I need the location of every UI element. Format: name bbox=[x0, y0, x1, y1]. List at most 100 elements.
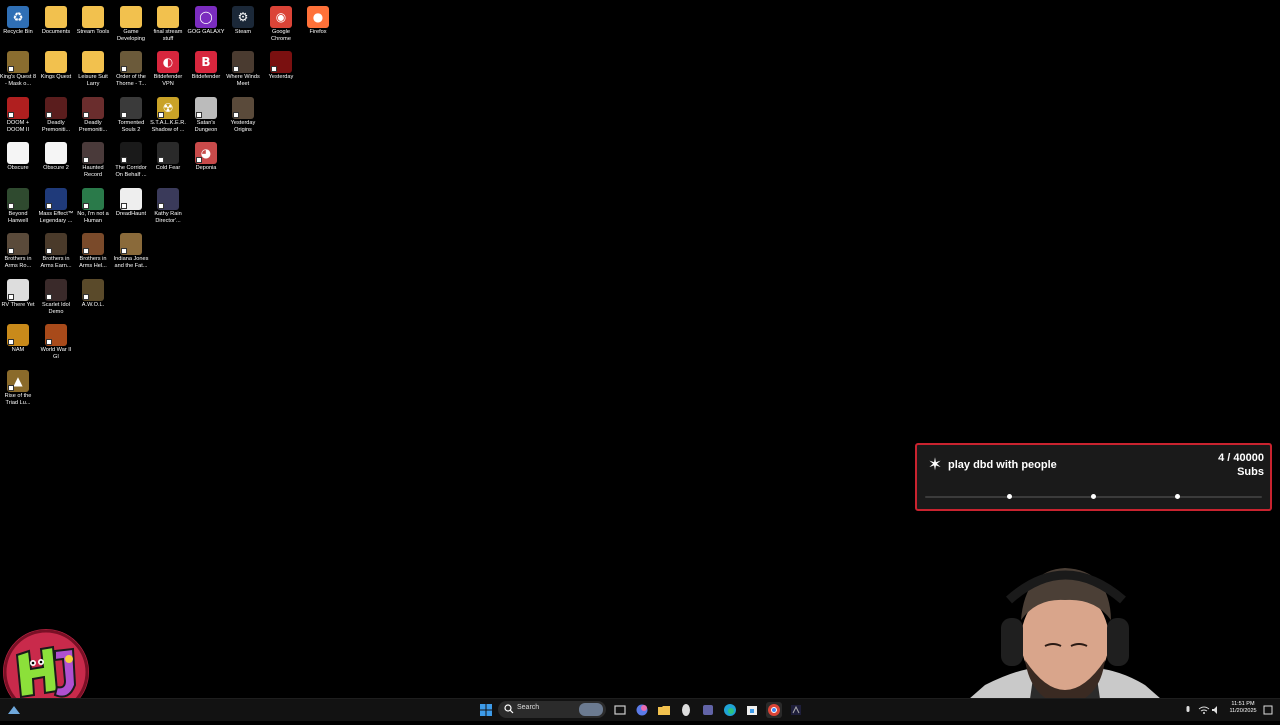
desktop-icon-label: DOOM + DOOM II bbox=[0, 120, 37, 133]
obs-icon[interactable] bbox=[788, 702, 804, 718]
desktop-icon[interactable]: ◕Deponia bbox=[187, 140, 225, 172]
copilot-icon[interactable] bbox=[634, 702, 650, 718]
desktop-icon[interactable]: Brothers in Arms Hel... bbox=[74, 231, 112, 269]
desktop-icon[interactable]: Tormented Souls 2 bbox=[112, 95, 150, 133]
desktop-icon-grid: ♻Recycle BinDocumentsStream ToolsGame De… bbox=[0, 0, 320, 420]
desktop-icon[interactable]: DOOM + DOOM II bbox=[0, 95, 37, 133]
desktop-icon[interactable]: Order of the Thorne - T... bbox=[112, 49, 150, 87]
shortcut-arrow-icon bbox=[83, 112, 89, 118]
game-shortcut-icon bbox=[232, 51, 254, 73]
desktop-icon[interactable]: Cold Fear bbox=[149, 140, 187, 172]
desktop-icon[interactable]: ♻Recycle Bin bbox=[0, 4, 37, 36]
desktop-icon-label: Kings Quest bbox=[37, 74, 75, 81]
desktop-icon[interactable]: Indiana Jones and the Fat... bbox=[112, 231, 150, 269]
desktop-icon[interactable]: Kings Quest bbox=[37, 49, 75, 81]
alienware-icon[interactable] bbox=[678, 702, 694, 718]
desktop-icon[interactable]: Beyond Hanwell bbox=[0, 186, 37, 224]
teams-icon[interactable] bbox=[700, 702, 716, 718]
shortcut-arrow-icon bbox=[83, 157, 89, 163]
desktop-icon-label: RV There Yet bbox=[0, 302, 37, 309]
desktop-icon-label: Obscure 2 bbox=[37, 165, 75, 172]
desktop-icon[interactable]: Brothers in Arms Earn... bbox=[37, 231, 75, 269]
desktop-icon[interactable]: King's Quest 8 - Mask o... bbox=[0, 49, 37, 87]
desktop-icon-label: final stream stuff bbox=[149, 29, 187, 42]
desktop-icon-label: Deponia bbox=[187, 165, 225, 172]
desktop-icon[interactable]: Documents bbox=[37, 4, 75, 36]
desktop-icon[interactable]: ◐Bitdefender VPN bbox=[149, 49, 187, 87]
desktop-icon[interactable]: Obscure bbox=[0, 140, 37, 172]
desktop-icon[interactable]: ⚙Steam bbox=[224, 4, 262, 36]
desktop-icon[interactable]: Obscure 2 bbox=[37, 140, 75, 172]
shortcut-arrow-icon bbox=[121, 112, 127, 118]
taskbar: Search 11:51 PM 11/20/2025 bbox=[0, 698, 1280, 721]
folder-icon bbox=[45, 6, 67, 28]
game-shortcut-icon bbox=[157, 142, 179, 164]
game-shortcut-icon bbox=[120, 142, 142, 164]
bitdefender-icon: B bbox=[195, 51, 217, 73]
folder-icon bbox=[82, 51, 104, 73]
desktop-icon[interactable]: The Corridor On Behalf ... bbox=[112, 140, 150, 178]
shortcut-arrow-icon bbox=[8, 339, 14, 345]
desktop-icon[interactable]: No, I'm not a Human bbox=[74, 186, 112, 224]
desktop-icon[interactable]: Scarlet Idol Demo bbox=[37, 277, 75, 315]
desktop-icon-label: Documents bbox=[37, 29, 75, 36]
desktop-icon[interactable]: Deadly Premoniti... bbox=[37, 95, 75, 133]
desktop-icon[interactable]: Game Developing bbox=[112, 4, 150, 42]
game-shortcut-icon: ▲ bbox=[7, 370, 29, 392]
notification-icon[interactable] bbox=[1260, 702, 1276, 718]
desktop-icon[interactable]: Kathy Rain Director'... bbox=[149, 186, 187, 224]
game-shortcut-icon bbox=[45, 97, 67, 119]
desktop-icon[interactable]: ●Firefox bbox=[299, 4, 337, 36]
firefox-icon: ● bbox=[307, 6, 329, 28]
taskbar-search[interactable]: Search bbox=[498, 701, 606, 718]
store-icon[interactable] bbox=[744, 702, 760, 718]
desktop-icon[interactable]: DreadHaunt bbox=[112, 186, 150, 218]
folder-icon bbox=[82, 6, 104, 28]
volume-icon[interactable] bbox=[1208, 702, 1224, 718]
desktop-icon[interactable]: final stream stuff bbox=[149, 4, 187, 42]
desktop-icon[interactable]: ▲Rise of the Triad Lu... bbox=[0, 368, 37, 406]
desktop-icon[interactable]: NAM bbox=[0, 322, 37, 354]
microphone-icon[interactable] bbox=[1180, 702, 1196, 718]
file-icon bbox=[45, 142, 67, 164]
taskbar-clock[interactable]: 11:51 PM 11/20/2025 bbox=[1226, 701, 1260, 715]
desktop-icon[interactable]: World War II GI bbox=[37, 322, 75, 360]
desktop-icon[interactable]: ◯GOG GALAXY bbox=[187, 4, 225, 36]
desktop-icon[interactable]: Satan's Dungeon bbox=[187, 95, 225, 133]
edge-icon[interactable] bbox=[722, 702, 738, 718]
desktop-icon-label: Yesterday Origins bbox=[224, 120, 262, 133]
game-shortcut-icon bbox=[7, 188, 29, 210]
game-shortcut-icon bbox=[82, 279, 104, 301]
desktop-icon[interactable]: A.W.O.L. bbox=[74, 277, 112, 309]
shortcut-arrow-icon bbox=[196, 112, 202, 118]
shortcut-arrow-icon bbox=[158, 112, 164, 118]
goal-unit: Subs bbox=[1237, 466, 1264, 478]
game-shortcut-icon bbox=[120, 188, 142, 210]
desktop-icon-label: Rise of the Triad Lu... bbox=[0, 393, 37, 406]
desktop-icon-label: Kathy Rain Director'... bbox=[149, 211, 187, 224]
desktop-icon[interactable]: Yesterday bbox=[262, 49, 300, 81]
file-explorer-icon[interactable] bbox=[656, 702, 672, 718]
chrome-icon[interactable] bbox=[766, 702, 782, 718]
desktop-icon[interactable]: Yesterday Origins bbox=[224, 95, 262, 133]
desktop-icon[interactable]: Stream Tools bbox=[74, 4, 112, 36]
desktop-icon[interactable]: BBitdefender bbox=[187, 49, 225, 81]
desktop-icon[interactable]: ☢S.T.A.L.K.E.R. Shadow of ... bbox=[149, 95, 187, 133]
game-shortcut-icon bbox=[82, 233, 104, 255]
start-icon[interactable] bbox=[478, 702, 494, 718]
desktop-icon-label: Game Developing bbox=[112, 29, 150, 42]
gog-galaxy-icon: ◯ bbox=[195, 6, 217, 28]
desktop-icon-label: Indiana Jones and the Fat... bbox=[112, 256, 150, 269]
desktop-icon[interactable]: Deadly Premoniti... bbox=[74, 95, 112, 133]
shortcut-arrow-icon bbox=[8, 112, 14, 118]
widgets-icon[interactable] bbox=[6, 702, 22, 718]
desktop-icon[interactable]: ◉Google Chrome bbox=[262, 4, 300, 42]
desktop-icon[interactable]: Where Winds Meet bbox=[224, 49, 262, 87]
task-view-icon[interactable] bbox=[612, 702, 628, 718]
desktop-icon[interactable]: Leisure Suit Larry bbox=[74, 49, 112, 87]
desktop-icon[interactable]: Haunted Record bbox=[74, 140, 112, 178]
desktop-icon[interactable]: RV There Yet bbox=[0, 277, 37, 309]
desktop-icon[interactable]: Mass Effect™ Legendary ... bbox=[37, 186, 75, 224]
desktop-icon[interactable]: Brothers in Arms Ro... bbox=[0, 231, 37, 269]
webcam-overlay bbox=[945, 560, 1185, 720]
